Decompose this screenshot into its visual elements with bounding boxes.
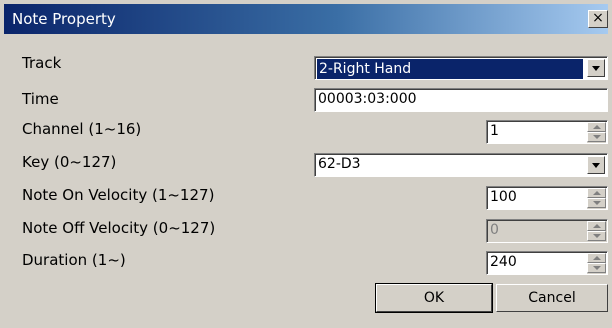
note-on-velocity-stepper[interactable]: 100 [486,186,608,210]
spin-down-icon [587,231,606,241]
track-label: Track [22,54,62,72]
note-on-velocity-label: Note On Velocity (1~127) [22,186,215,204]
key-label: Key (0~127) [22,153,117,171]
duration-label: Duration (1~) [22,251,126,269]
spin-down-icon[interactable] [587,198,606,208]
spin-down-icon[interactable] [587,132,606,142]
track-selected-value: 2-Right Hand [317,59,583,79]
duration-value: 240 [490,254,517,270]
note-on-velocity-value: 100 [490,189,517,205]
time-field[interactable]: 00003:03:000 [314,88,608,112]
key-selected-value: 62-D3 [318,156,361,172]
channel-label: Channel (1~16) [22,120,142,138]
channel-stepper[interactable]: 1 [486,120,608,144]
spin-down-icon[interactable] [587,263,606,273]
note-off-velocity-stepper: 0 [486,219,608,243]
chevron-down-icon[interactable] [587,156,605,174]
track-select[interactable]: 2-Right Hand [314,56,608,80]
duration-spin-buttons[interactable] [587,253,606,274]
note-off-velocity-spin-buttons [587,221,606,242]
cancel-button[interactable]: Cancel [496,284,608,312]
note-off-velocity-label: Note Off Velocity (0~127) [22,219,216,237]
channel-value: 1 [490,123,499,139]
channel-spin-buttons[interactable] [587,122,606,143]
spin-up-icon[interactable] [587,188,606,198]
close-button[interactable]: × [588,10,608,28]
time-label: Time [22,90,59,108]
ok-button[interactable]: OK [375,283,493,313]
note-on-velocity-spin-buttons[interactable] [587,188,606,209]
title-bar[interactable]: Note Property × [4,4,608,34]
key-select[interactable]: 62-D3 [314,153,608,177]
duration-stepper[interactable]: 240 [486,251,608,275]
close-icon: × [592,10,604,26]
spin-up-icon [587,221,606,231]
chevron-down-icon[interactable] [587,59,605,77]
spin-up-icon[interactable] [587,253,606,263]
note-off-velocity-value: 0 [490,222,499,238]
spin-up-icon[interactable] [587,122,606,132]
dialog-title: Note Property [12,10,116,28]
note-property-dialog: Note Property × Track Time Channel (1~16… [0,0,612,328]
